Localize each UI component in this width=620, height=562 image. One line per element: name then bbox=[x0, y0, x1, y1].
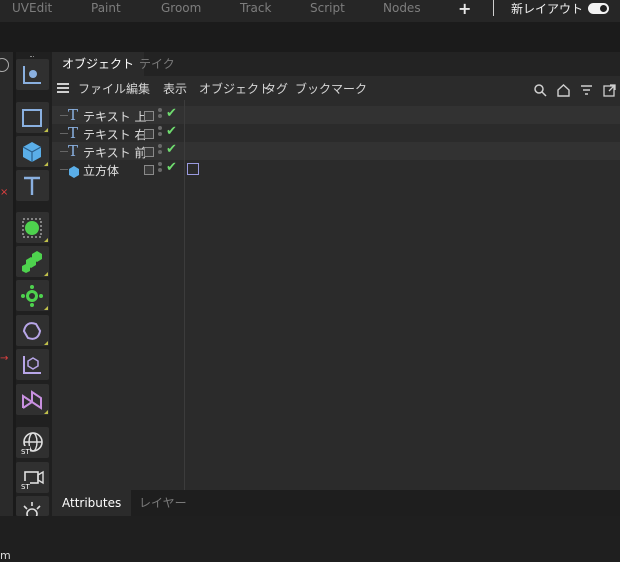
panel-tabs: オブジェクト テイク bbox=[52, 52, 620, 76]
text-spline-icon[interactable] bbox=[16, 170, 49, 201]
edge-label: m bbox=[0, 549, 11, 562]
search-icon[interactable] bbox=[533, 82, 547, 101]
tab-groom[interactable]: Groom bbox=[161, 1, 201, 15]
object-manager: オブジェクト テイク ファイル 編集 表示 オブジェクト タグ ブックマーク T… bbox=[52, 52, 620, 490]
editor-visibility-icon[interactable] bbox=[144, 129, 154, 139]
menu-bookmark[interactable]: ブックマーク bbox=[295, 80, 367, 97]
tree-line bbox=[60, 133, 68, 134]
bottom-tabs: Attributes レイヤー bbox=[52, 490, 620, 516]
enabled-check-icon[interactable]: ✔ bbox=[166, 124, 177, 139]
cube-icon bbox=[68, 163, 80, 182]
plus-icon[interactable]: + bbox=[458, 0, 471, 18]
top-strip bbox=[0, 22, 620, 52]
hamburger-icon[interactable] bbox=[57, 83, 69, 93]
viewport-edge: × → m bbox=[0, 52, 13, 562]
tree-row[interactable]: 立方体 ✔ bbox=[52, 160, 620, 178]
object-name[interactable]: テキスト 前 bbox=[83, 144, 146, 161]
separator bbox=[493, 0, 494, 16]
visibility-dots[interactable] bbox=[158, 144, 162, 156]
text-icon: T bbox=[68, 142, 79, 160]
svg-text:ST: ST bbox=[21, 448, 30, 455]
object-name[interactable]: テキスト 上 bbox=[83, 108, 146, 125]
tree-row[interactable]: T テキスト 上 ✔ bbox=[52, 106, 620, 124]
menu-edit[interactable]: 編集 bbox=[126, 80, 150, 97]
panel-icon-group bbox=[529, 82, 616, 97]
field-icon[interactable] bbox=[16, 384, 49, 415]
submenu-indicator bbox=[44, 162, 48, 166]
sky-icon[interactable]: ST bbox=[16, 427, 49, 458]
new-layout-label: 新レイアウト bbox=[511, 2, 584, 16]
tree-row[interactable]: T テキスト 右 ✔ bbox=[52, 124, 620, 142]
rectangle-spline-icon[interactable] bbox=[16, 102, 49, 133]
tree-line bbox=[60, 115, 68, 116]
column-divider[interactable] bbox=[184, 100, 185, 490]
camera-icon[interactable]: ST bbox=[16, 462, 49, 493]
tab-uvedit[interactable]: UVEdit bbox=[12, 1, 52, 15]
phong-tag-icon[interactable] bbox=[187, 163, 199, 175]
tab-layers[interactable]: レイヤー bbox=[129, 490, 197, 516]
enabled-check-icon[interactable]: ✔ bbox=[166, 142, 177, 157]
command-palette: ST ST bbox=[16, 52, 50, 516]
text-icon: T bbox=[68, 106, 79, 124]
submenu-indicator bbox=[44, 341, 48, 345]
tab-track[interactable]: Track bbox=[240, 1, 271, 15]
svg-text:ST: ST bbox=[21, 483, 30, 490]
effector-icon[interactable] bbox=[16, 280, 49, 311]
tree-line bbox=[60, 151, 68, 152]
layout-toggle[interactable] bbox=[588, 3, 609, 14]
enabled-check-icon[interactable]: ✔ bbox=[166, 106, 177, 121]
menu-view[interactable]: 表示 bbox=[163, 80, 187, 97]
x-axis-marker: × bbox=[0, 187, 9, 198]
editor-visibility-icon[interactable] bbox=[144, 165, 154, 175]
top-layout-bar: UVEdit Paint Groom Track Script Nodes + … bbox=[0, 0, 620, 22]
tab-script[interactable]: Script bbox=[310, 1, 345, 15]
editor-visibility-icon[interactable] bbox=[144, 147, 154, 157]
panel-menubar: ファイル 編集 表示 オブジェクト タグ ブックマーク bbox=[52, 76, 620, 100]
object-name[interactable]: テキスト 右 bbox=[83, 126, 146, 143]
object-tree: T テキスト 上 ✔ T テキスト 右 ✔ T テキスト 前 ✔ 立方体 ✔ bbox=[52, 100, 620, 490]
submenu-indicator bbox=[44, 128, 48, 132]
viewport-nav-icon[interactable] bbox=[0, 58, 9, 72]
move-tool-icon[interactable] bbox=[16, 59, 49, 90]
tab-attributes[interactable]: Attributes bbox=[52, 490, 132, 516]
cube-primitive-icon[interactable] bbox=[16, 136, 49, 167]
visibility-dots[interactable] bbox=[158, 162, 162, 174]
visibility-dots[interactable] bbox=[158, 108, 162, 120]
submenu-indicator bbox=[44, 272, 48, 276]
menu-file[interactable]: ファイル bbox=[78, 80, 126, 97]
filter-icon[interactable] bbox=[580, 82, 593, 101]
submenu-indicator bbox=[44, 306, 48, 310]
bend-icon[interactable] bbox=[16, 315, 49, 346]
toggle-knob bbox=[600, 5, 607, 12]
text-icon: T bbox=[68, 124, 79, 142]
tab-takes[interactable]: テイク bbox=[129, 52, 185, 76]
axis-arrow-icon: → bbox=[0, 353, 9, 364]
light-icon[interactable] bbox=[16, 496, 49, 516]
visibility-dots[interactable] bbox=[158, 126, 162, 138]
object-name[interactable]: 立方体 bbox=[83, 162, 119, 179]
menu-object[interactable]: オブジェクト bbox=[199, 80, 271, 97]
enabled-check-icon[interactable]: ✔ bbox=[166, 160, 177, 175]
submenu-indicator bbox=[44, 238, 48, 242]
subdivision-icon[interactable] bbox=[16, 212, 49, 243]
tree-line bbox=[60, 169, 68, 170]
coordinate-icon[interactable] bbox=[16, 349, 49, 380]
home-icon[interactable] bbox=[557, 82, 570, 101]
tree-row[interactable]: T テキスト 前 ✔ bbox=[52, 142, 620, 160]
cloner-icon[interactable] bbox=[16, 246, 49, 277]
editor-visibility-icon[interactable] bbox=[144, 111, 154, 121]
tab-paint[interactable]: Paint bbox=[91, 1, 121, 15]
new-window-icon[interactable] bbox=[603, 82, 616, 101]
tab-nodes[interactable]: Nodes bbox=[383, 1, 421, 15]
menu-tag[interactable]: タグ bbox=[264, 80, 288, 97]
submenu-indicator bbox=[44, 410, 48, 414]
